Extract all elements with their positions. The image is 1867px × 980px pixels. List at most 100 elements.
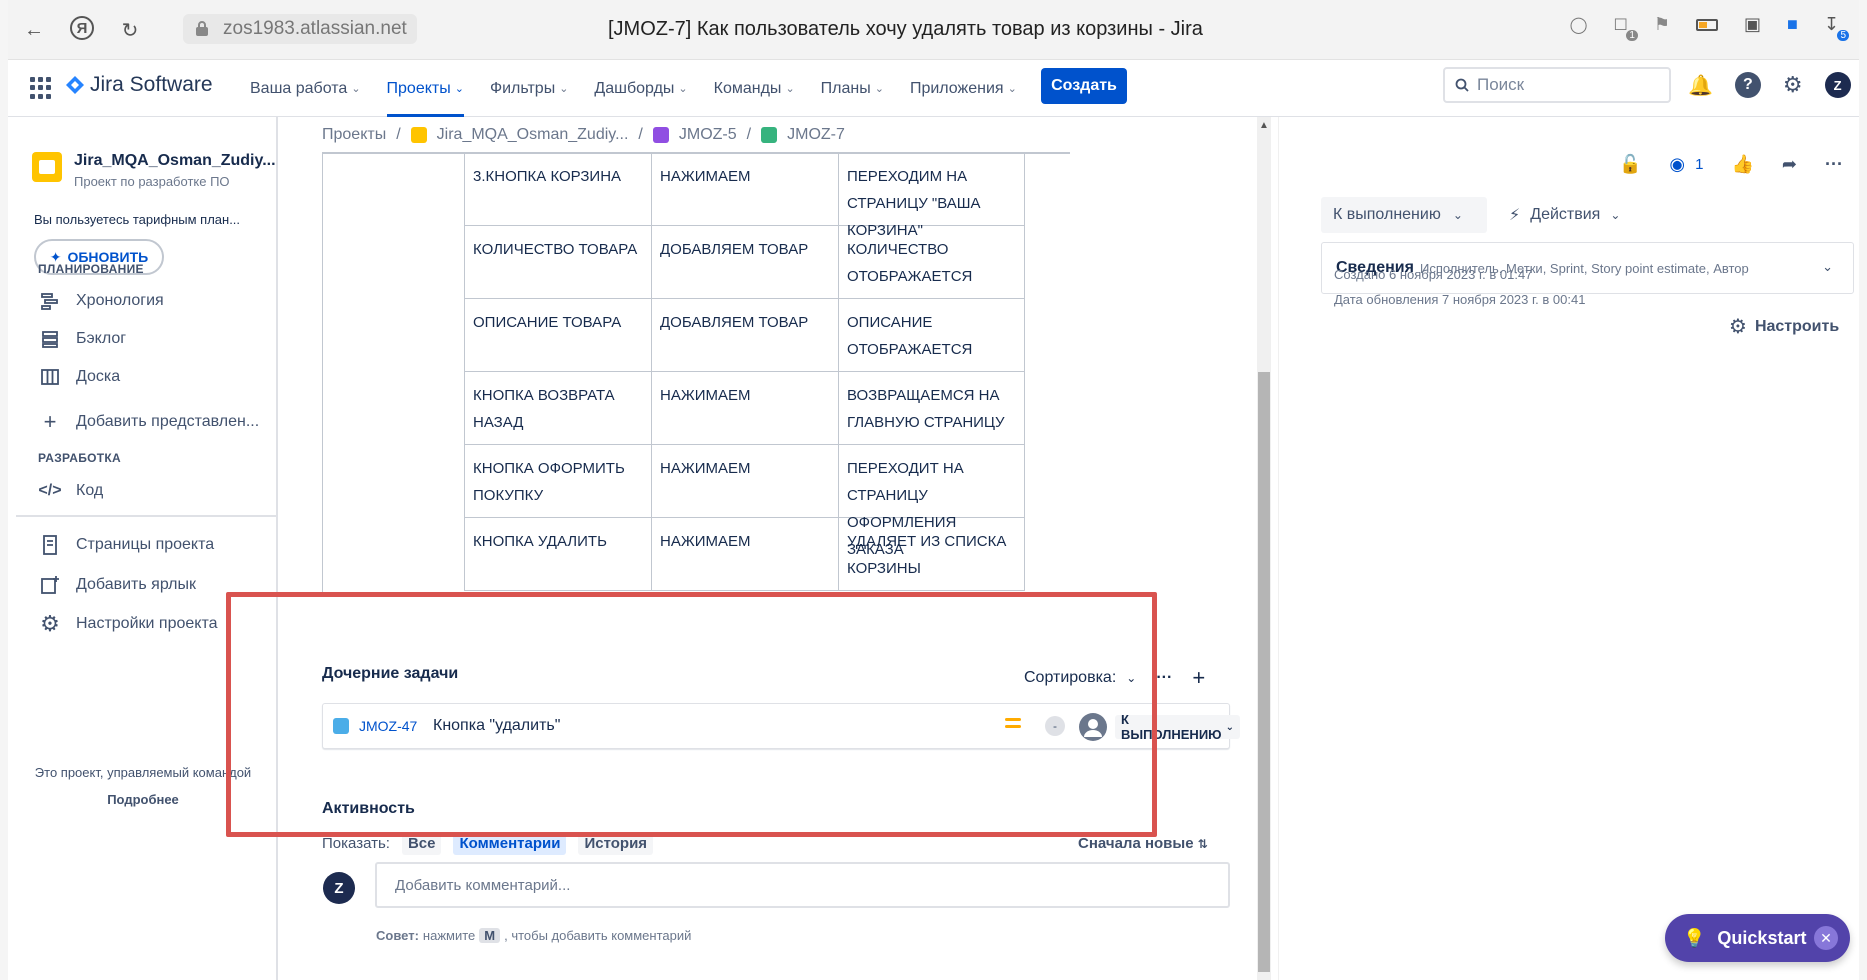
address-bar[interactable]: zos1983.atlassian.net bbox=[183, 14, 417, 44]
child-issue-key[interactable]: JMOZ-47 bbox=[359, 718, 417, 734]
search-input[interactable]: Поиск bbox=[1443, 67, 1671, 103]
sidebar-item-backlog[interactable]: Бэклог bbox=[38, 327, 126, 351]
child-issue-status[interactable]: К ВЫПОЛНЕНИЮ ⌄ bbox=[1115, 712, 1240, 742]
watchers-count: 1 bbox=[1695, 156, 1704, 173]
sidebar-item-board[interactable]: Доска bbox=[38, 365, 120, 389]
sidebar-item-add-shortcut[interactable]: Добавить ярлык bbox=[38, 573, 196, 597]
story-icon bbox=[761, 127, 778, 143]
table-cell: ДОБАВЛЯЕМ ТОВАР bbox=[651, 299, 838, 371]
breadcrumb-separator: / bbox=[638, 126, 643, 143]
browser-toolbar: ← Я ↻ zos1983.atlassian.net [JMOZ-7] Как… bbox=[8, 0, 1859, 60]
sort-label: Сортировка: bbox=[1024, 669, 1117, 686]
nav-teams[interactable]: Команды ⌄ bbox=[714, 60, 795, 117]
chevron-down-icon: ⌄ bbox=[1610, 208, 1621, 222]
add-view-button[interactable]: + Добавить представлен... bbox=[38, 409, 260, 434]
lock-icon[interactable]: 🔓 bbox=[1619, 154, 1641, 175]
project-header[interactable]: Jira_MQA_Osman_Zudiy... Проект по разраб… bbox=[32, 152, 276, 189]
user-avatar[interactable]: Z bbox=[1824, 72, 1851, 98]
create-button[interactable]: Создать bbox=[1041, 68, 1127, 104]
chevron-down-icon: ⌄ bbox=[1452, 208, 1463, 222]
close-icon[interactable]: ✕ bbox=[1814, 926, 1838, 950]
chevron-down-icon: ⌄ bbox=[351, 83, 361, 95]
sort-order-toggle[interactable]: Сначала новые ⇅ bbox=[1078, 835, 1208, 852]
nav-dashboards[interactable]: Дашборды ⌄ bbox=[594, 60, 687, 117]
profile-icon[interactable]: ■ bbox=[1787, 14, 1798, 35]
breadcrumb-parent[interactable]: JMOZ-5 bbox=[679, 126, 737, 144]
child-issue-summary[interactable]: Кнопка "удалить" bbox=[433, 717, 560, 735]
add-child-icon[interactable]: + bbox=[1192, 665, 1205, 691]
more-icon[interactable]: ··· bbox=[1156, 669, 1172, 687]
main-scrollbar[interactable]: ▲ bbox=[1257, 117, 1271, 980]
tip-text: нажмите bbox=[422, 928, 476, 943]
back-icon[interactable]: ← bbox=[20, 16, 48, 44]
filter-history[interactable]: История bbox=[578, 832, 654, 855]
add-shortcut-icon bbox=[38, 573, 62, 597]
translate-icon[interactable]: ◯ bbox=[1570, 15, 1588, 35]
app-switcher-icon[interactable] bbox=[30, 77, 52, 99]
child-issue-row[interactable]: JMOZ-47 Кнопка "удалить" - К ВЫПОЛНЕНИЮ ⌄ bbox=[322, 703, 1240, 749]
sidebar-item-project-settings[interactable]: ⚙ Настройки проекта bbox=[38, 611, 217, 636]
configure-button[interactable]: ⚙ Настроить bbox=[1729, 314, 1839, 339]
jira-logo[interactable]: Jira Software bbox=[66, 73, 213, 97]
table-row: КНОПКА УДАЛИТЬ НАЖИМАЕМ УДАЛЯЕТ ИЗ СПИСКА … bbox=[464, 518, 1025, 591]
team-managed-note: Это проект, управляемый командой bbox=[34, 765, 252, 780]
nav-projects[interactable]: Проекты ⌄ bbox=[386, 60, 465, 117]
nav-plans[interactable]: Планы ⌄ bbox=[821, 60, 884, 117]
scrollbar-thumb[interactable] bbox=[1258, 372, 1270, 972]
watch-button[interactable]: ◉ 1 bbox=[1669, 154, 1703, 175]
like-icon[interactable]: 👍 bbox=[1731, 154, 1753, 175]
filter-all[interactable]: Все bbox=[401, 832, 442, 855]
sidebar-item-label: Доска bbox=[76, 368, 121, 385]
nav-your-work[interactable]: Ваша работа ⌄ bbox=[250, 60, 361, 117]
updated-date: Дата обновления 7 ноября 2023 г. в 00:41 bbox=[1334, 292, 1586, 307]
subtask-icon bbox=[333, 718, 349, 734]
chevron-down-icon: ⌄ bbox=[559, 83, 569, 95]
backlog-icon bbox=[38, 327, 62, 351]
configure-label: Настроить bbox=[1754, 317, 1840, 335]
status-label: К выполнению bbox=[1333, 206, 1441, 223]
breadcrumb-projects[interactable]: Проекты bbox=[322, 126, 386, 144]
sidebar-item-timeline[interactable]: Хронология bbox=[38, 289, 164, 313]
sort-dropdown[interactable]: Сортировка: ⌄ bbox=[1024, 669, 1136, 687]
more-icon[interactable]: ··· bbox=[1825, 154, 1843, 175]
sidebar-item-code[interactable]: </> Код bbox=[38, 479, 103, 503]
status-label: К ВЫПОЛНЕНИЮ bbox=[1121, 712, 1222, 742]
help-icon[interactable]: ? bbox=[1734, 72, 1761, 98]
table-cell: УДАЛЯЕТ ИЗ СПИСКА КОРЗИНЫ bbox=[838, 518, 1025, 590]
chevron-down-icon: ⌄ bbox=[454, 83, 464, 95]
primary-nav: Ваша работа ⌄ Проекты ⌄ Фильтры ⌄ Дашборды ⌄… bbox=[250, 60, 1017, 117]
lightning-icon: ⚡ bbox=[1509, 207, 1521, 224]
table-cell: ПЕРЕХОДИТ НА СТРАНИЦУ ОФОРМЛЕНИЯ ЗАКАЗА bbox=[838, 445, 1025, 558]
extension-icon[interactable]: ☐ 1 bbox=[1614, 15, 1638, 41]
table-row: КНОПКА ОФОРМИТЬ ПОКУПКУ НАЖИМАЕМ ПЕРЕХОДИТ… bbox=[464, 445, 1025, 558]
bookmark-icon[interactable]: ⚑ bbox=[1654, 14, 1670, 35]
assignee-avatar[interactable] bbox=[1079, 713, 1107, 741]
project-avatar-icon bbox=[410, 127, 427, 143]
gear-icon: ⚙ bbox=[40, 611, 60, 636]
filter-comments[interactable]: Комментарии bbox=[453, 832, 567, 855]
notifications-icon[interactable]: 🔔 bbox=[1688, 73, 1713, 98]
quickstart-button[interactable]: 💡 Quickstart ✕ bbox=[1665, 914, 1850, 962]
downloads-icon[interactable]: ↧ 5 bbox=[1824, 14, 1849, 41]
nav-filters[interactable]: Фильтры ⌄ bbox=[490, 60, 568, 117]
share-icon[interactable]: ➦ bbox=[1782, 154, 1797, 175]
add-view-label: Добавить представлен... bbox=[76, 413, 260, 430]
breadcrumb-issue[interactable]: JMOZ-7 bbox=[787, 126, 845, 144]
table-cell: ОПИСАНИЕ ОТОБРАЖАЕТСЯ bbox=[838, 299, 1025, 371]
collections-icon[interactable]: ▣ bbox=[1744, 14, 1761, 35]
child-issues-controls: Сортировка: ⌄ ··· + bbox=[1024, 665, 1205, 691]
status-dropdown[interactable]: К выполнению ⌄ bbox=[1321, 197, 1487, 233]
epic-icon bbox=[652, 127, 669, 143]
yandex-icon[interactable]: Я bbox=[70, 16, 94, 40]
breadcrumb-project[interactable]: Jira_MQA_Osman_Zudiy... bbox=[437, 126, 629, 144]
comment-input[interactable]: Добавить комментарий... bbox=[375, 862, 1230, 908]
actions-dropdown[interactable]: ⚡ Действия ⌄ bbox=[1509, 197, 1620, 233]
scroll-up-icon[interactable]: ▲ bbox=[1259, 120, 1269, 131]
project-type: Проект по разработке ПО bbox=[74, 174, 230, 189]
table-cell: НАЖИМАЕМ bbox=[651, 372, 838, 444]
nav-apps[interactable]: Приложения ⌄ bbox=[910, 60, 1017, 117]
reload-icon[interactable]: ↻ bbox=[116, 16, 144, 44]
learn-more-link[interactable]: Подробнее bbox=[8, 792, 278, 807]
settings-icon[interactable]: ⚙ bbox=[1783, 72, 1803, 98]
sidebar-item-project-pages[interactable]: Страницы проекта bbox=[38, 533, 214, 557]
